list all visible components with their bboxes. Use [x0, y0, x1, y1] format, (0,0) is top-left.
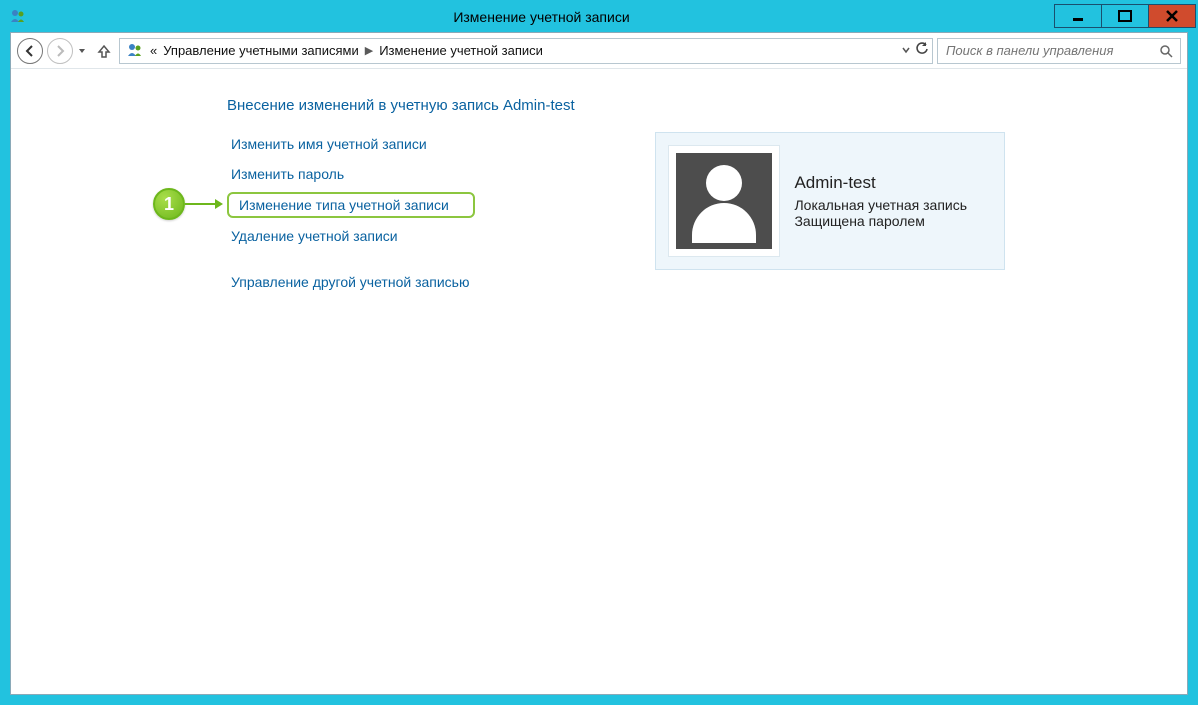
client-area: « Управление учетными записями ▶ Изменен… [10, 32, 1188, 695]
window-frame: Изменение учетной записи [0, 0, 1198, 705]
breadcrumb-prefix: « [150, 43, 157, 58]
chevron-right-icon: ▶ [365, 44, 373, 57]
breadcrumb-current[interactable]: Изменение учетной записи [379, 43, 543, 58]
navbar: « Управление учетными записями ▶ Изменен… [11, 33, 1187, 69]
nav-history-dropdown[interactable] [77, 47, 87, 55]
link-change-password[interactable]: Изменить пароль [227, 162, 475, 186]
avatar [668, 145, 780, 257]
annotation-badge: 1 [153, 188, 185, 220]
breadcrumb-dropdown-icon[interactable] [901, 43, 911, 58]
breadcrumb-parent[interactable]: Управление учетными записями [163, 43, 358, 58]
window-title: Изменение учетной записи [28, 9, 1055, 25]
account-type: Локальная учетная запись [794, 197, 967, 213]
account-text: Admin-test Локальная учетная запись Защи… [794, 173, 967, 229]
content-area: Внесение изменений в учетную запись Admi… [11, 69, 1187, 694]
title-icon [8, 7, 28, 27]
action-links-panel: 1 Изменить имя учетной записи Изменить п… [227, 132, 475, 294]
refresh-icon[interactable] [915, 42, 929, 59]
account-name: Admin-test [794, 173, 967, 193]
maximize-button[interactable] [1101, 4, 1149, 28]
link-manage-other-account[interactable]: Управление другой учетной записью [227, 270, 475, 294]
search-icon[interactable] [1158, 43, 1174, 59]
caption-buttons [1055, 4, 1196, 29]
account-protected: Защищена паролем [794, 213, 967, 229]
nav-forward-button[interactable] [47, 38, 73, 64]
link-delete-account[interactable]: Удаление учетной записи [227, 224, 475, 248]
search-input[interactable] [944, 42, 1152, 59]
titlebar[interactable]: Изменение учетной записи [2, 2, 1196, 32]
link-change-name[interactable]: Изменить имя учетной записи [227, 132, 475, 156]
close-button[interactable] [1148, 4, 1196, 28]
link-change-account-type[interactable]: Изменение типа учетной записи [227, 192, 475, 218]
nav-up-button[interactable] [93, 40, 115, 62]
nav-back-button[interactable] [17, 38, 43, 64]
page-heading: Внесение изменений в учетную запись Admi… [227, 97, 1163, 114]
breadcrumb-icon [126, 42, 144, 60]
breadcrumb-bar[interactable]: « Управление учетными записями ▶ Изменен… [119, 38, 933, 64]
annotation-callout: 1 [153, 188, 221, 220]
search-box[interactable] [937, 38, 1181, 64]
account-card: Admin-test Локальная учетная запись Защи… [655, 132, 1005, 270]
minimize-button[interactable] [1054, 4, 1102, 28]
annotation-arrow [185, 203, 221, 205]
